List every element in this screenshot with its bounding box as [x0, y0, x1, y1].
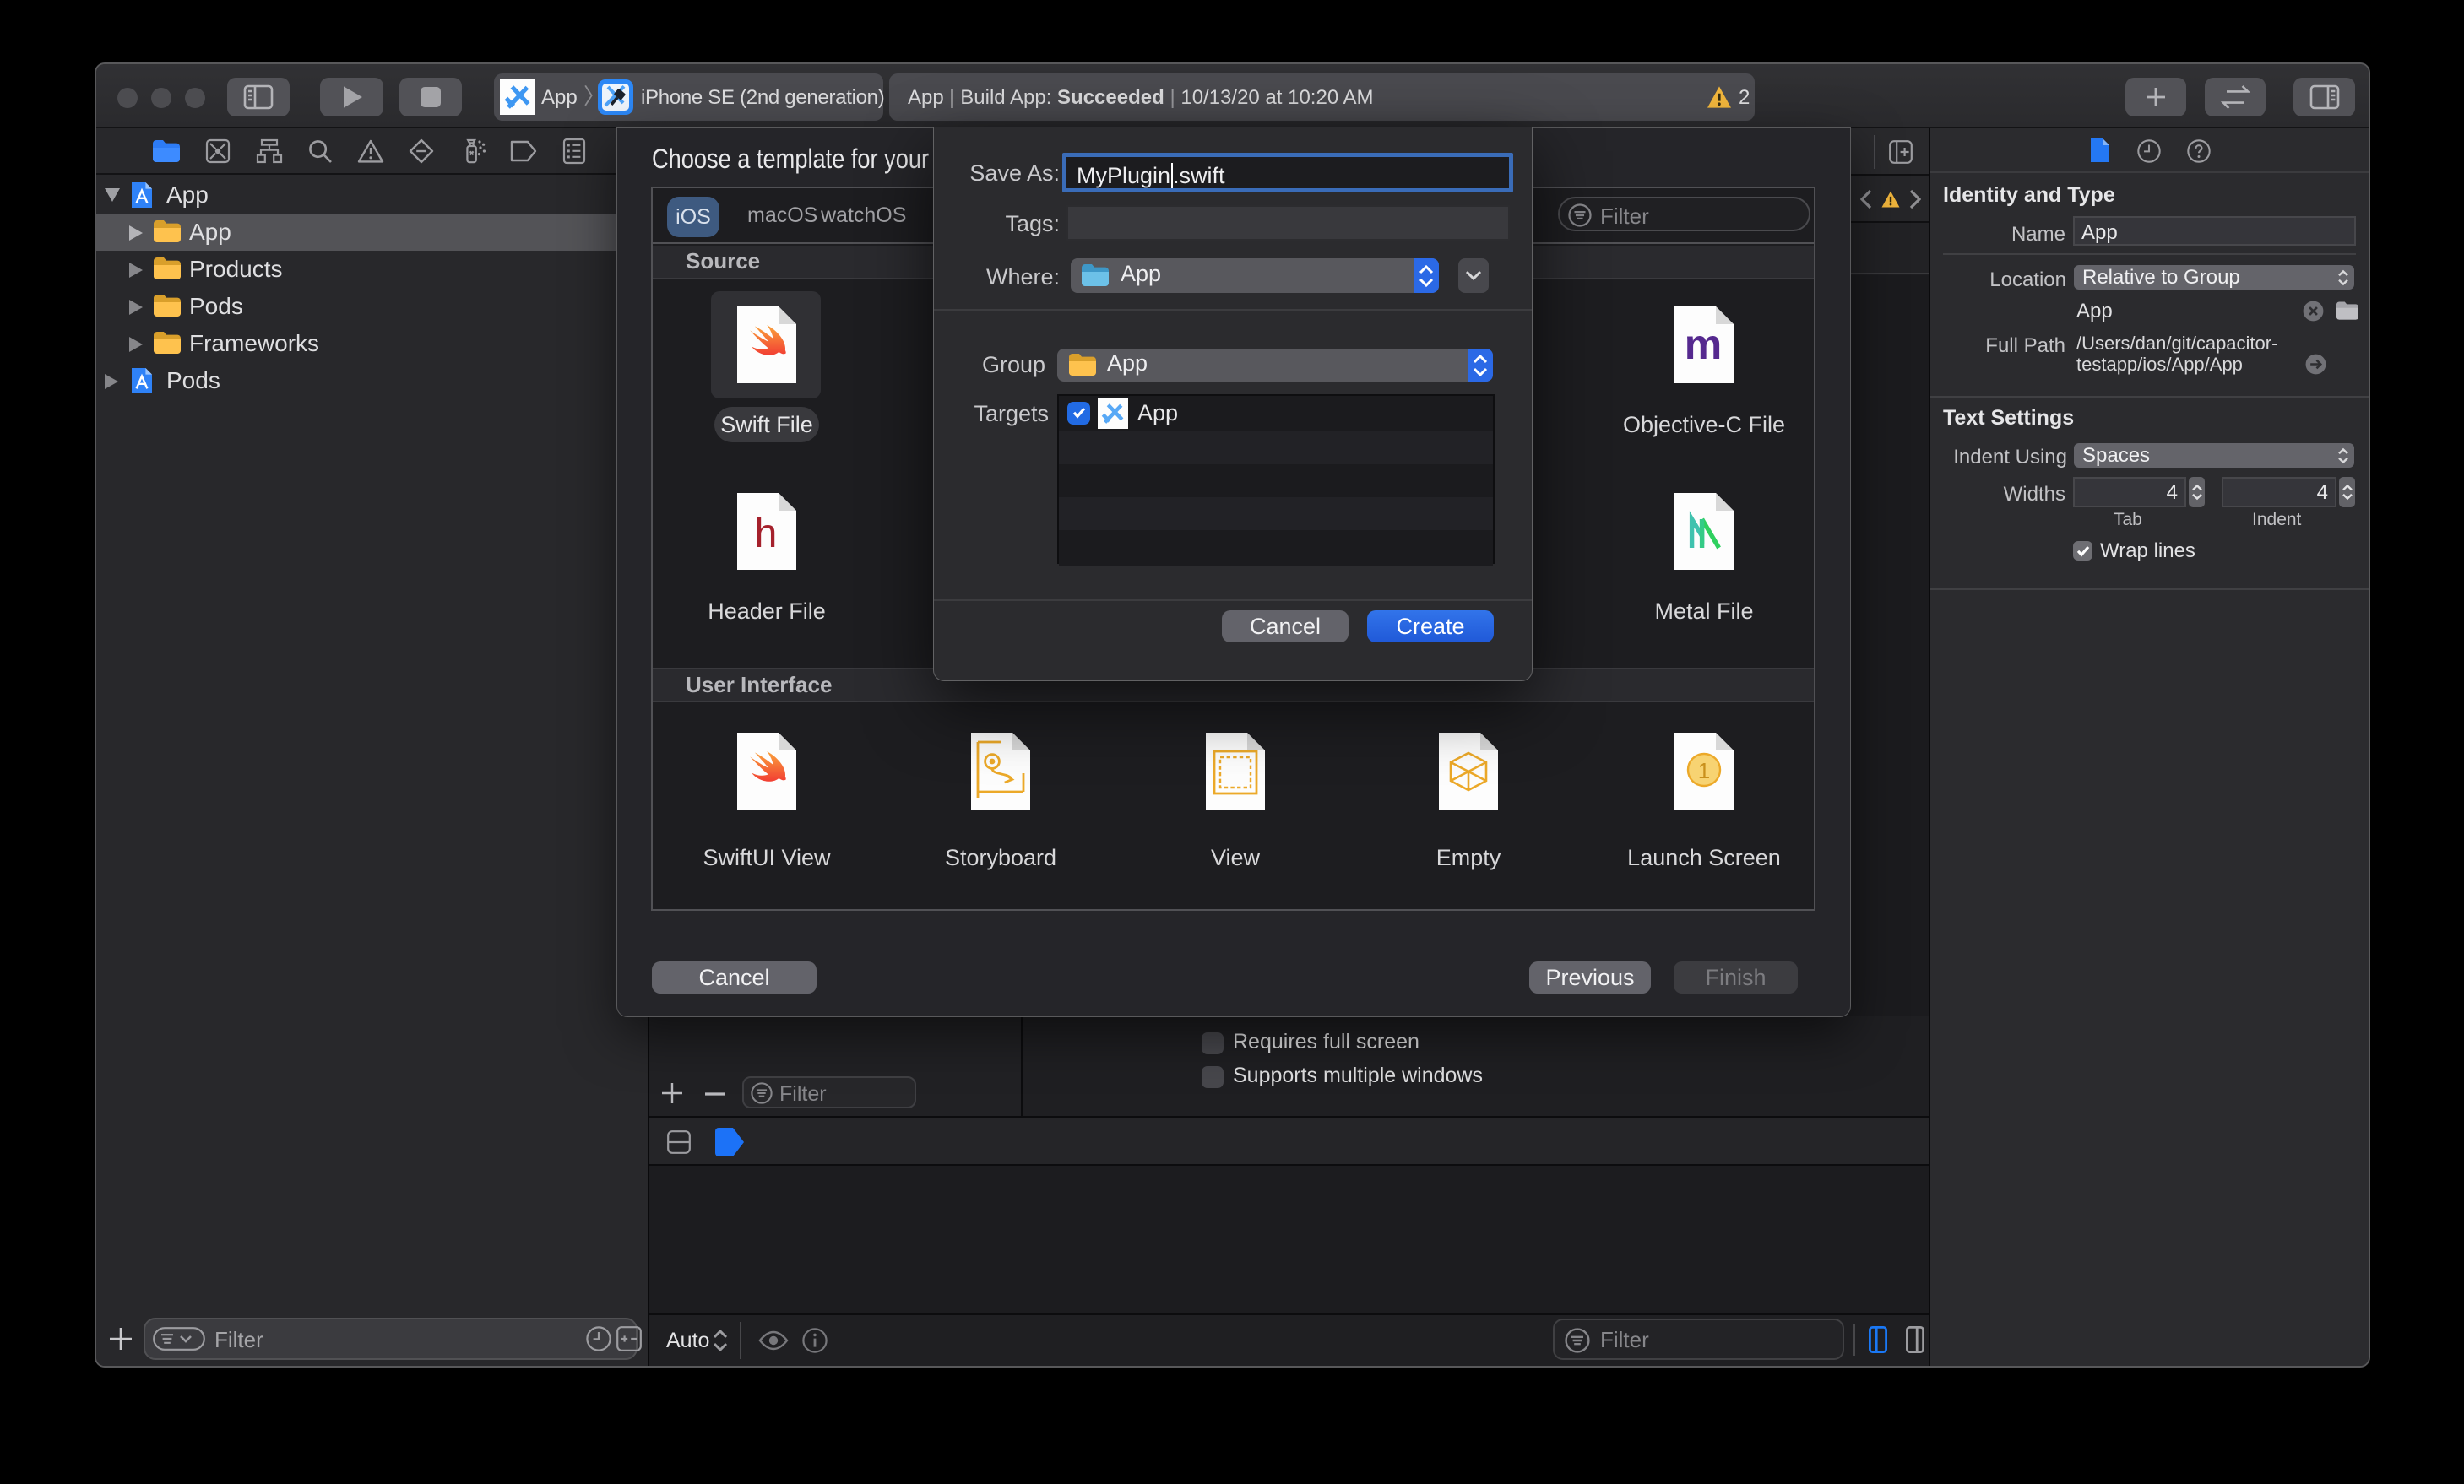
svg-text:h: h — [755, 512, 778, 556]
svg-text:1: 1 — [1698, 758, 1710, 783]
svg-text:m: m — [1685, 321, 1722, 368]
